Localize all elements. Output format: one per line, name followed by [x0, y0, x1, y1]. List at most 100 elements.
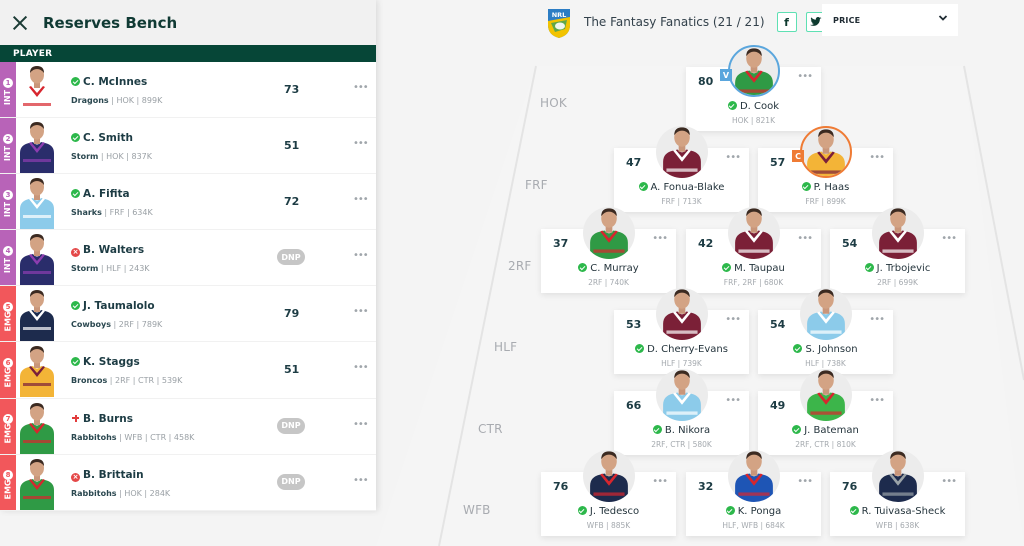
more-options-icon[interactable]: ••• [353, 475, 369, 486]
player-score: 51 [284, 363, 300, 377]
player-name: K. Ponga [686, 506, 821, 517]
player-position-price: HLF, WFB | 684K [722, 521, 785, 530]
player-position-price: 2RF | 699K [877, 278, 918, 287]
bench-player-row[interactable]: 8 EMG × B. Brittain Rabbitohs | HOK | 284K DN… [0, 454, 376, 511]
playing-status-icon [71, 77, 80, 86]
playing-status-icon [71, 301, 80, 311]
more-options-icon[interactable]: ••• [941, 476, 957, 487]
player-photo [17, 119, 57, 174]
player-card[interactable]: 66 ••• B. Nikora 2RF, CTR | 580K [614, 369, 749, 455]
playing-status-icon [577, 506, 587, 515]
player-photo [17, 175, 57, 230]
player-name: C. Murray [541, 263, 676, 274]
player-photo [17, 399, 57, 454]
player-avatar [800, 126, 852, 178]
player-photo [17, 455, 57, 510]
player-avatar [800, 369, 852, 421]
position-label-wfb: WFB [463, 503, 491, 517]
more-options-icon[interactable]: ••• [797, 476, 813, 487]
player-position-price: FRF, 2RF | 680K [723, 278, 784, 287]
captain-badge: C [792, 150, 804, 162]
player-avatar [872, 207, 924, 259]
more-options-icon[interactable]: ••• [725, 395, 741, 406]
bench-slot-indicator: 3 INT [0, 174, 16, 230]
bench-slot-indicator: 5 EMG [0, 286, 16, 342]
player-name: R. Tuivasa-Sheck [830, 506, 965, 517]
close-icon[interactable] [12, 15, 28, 31]
player-card[interactable]: 57 C ••• P. Haas FRF | 899K [758, 126, 893, 212]
player-team-position-price: Cowboys | 2RF | 789K [71, 320, 163, 330]
position-label-2rf: 2RF [508, 259, 532, 273]
chevron-down-icon [938, 15, 948, 21]
more-options-icon[interactable]: ••• [869, 152, 885, 163]
slot-type-label: EMG [3, 367, 13, 388]
player-name: M. Taupau [686, 263, 821, 274]
player-position-price: FRF | 899K [805, 197, 846, 206]
facebook-share-button[interactable]: f [776, 12, 797, 32]
player-name: × B. Walters [71, 244, 145, 258]
bench-slot-indicator: 6 EMG [0, 342, 16, 398]
player-card[interactable]: 53 ••• D. Cherry-Evans HLF | 739K [614, 288, 749, 374]
position-label-hok: HOK [540, 96, 567, 110]
player-photo [17, 63, 57, 117]
player-score: 51 [284, 139, 300, 153]
vice-captain-badge: V [720, 69, 732, 81]
more-options-icon[interactable]: ••• [353, 138, 369, 149]
dnp-badge: DNP [277, 417, 305, 434]
more-options-icon[interactable]: ••• [652, 233, 668, 244]
player-card[interactable]: 80 V ••• D. Cook HOK | 821K [686, 45, 821, 131]
player-avatar [583, 207, 635, 259]
player-name: P. Haas [758, 182, 893, 193]
playing-status-icon [638, 182, 648, 191]
player-card[interactable]: 37 ••• C. Murray 2RF | 740K [541, 207, 676, 293]
more-options-icon[interactable]: ••• [353, 194, 369, 205]
more-options-icon[interactable]: ••• [797, 71, 813, 82]
bench-player-row[interactable]: 7 EMG B. Burns Rabbitohs | WFB | CTR | 458K… [0, 398, 376, 455]
bench-player-row[interactable]: 6 EMG K. Staggs Broncos | 2RF | CTR | 539K 5… [0, 342, 376, 399]
player-team-position-price: Storm | HOK | 837K [71, 152, 153, 162]
more-options-icon[interactable]: ••• [725, 152, 741, 163]
player-card[interactable]: 76 ••• R. Tuivasa-Sheck WFB | 638K [830, 450, 965, 536]
more-options-icon[interactable]: ••• [725, 314, 741, 325]
sort-select[interactable]: PRICE [822, 4, 958, 36]
player-name: × B. Brittain [71, 468, 144, 482]
player-card[interactable]: 49 ••• J. Bateman 2RF, CTR | 810K [758, 369, 893, 455]
player-card[interactable]: 42 ••• M. Taupau FRF, 2RF | 680K [686, 207, 821, 293]
player-name: J. Bateman [758, 425, 893, 436]
more-options-icon[interactable]: ••• [353, 419, 369, 430]
bench-player-row[interactable]: 4 INT × B. Walters Storm | HLF | 243K DNP ••• [0, 230, 376, 287]
player-team-position-price: Rabbitohs | WFB | CTR | 458K [71, 432, 195, 442]
more-options-icon[interactable]: ••• [869, 395, 885, 406]
player-card[interactable]: 76 ••• J. Tedesco WFB | 885K [541, 450, 676, 536]
bench-player-row[interactable]: 1 INT C. McInnes Dragons | HOK | 899K 73 ••• [0, 62, 376, 119]
player-team-position-price: Broncos | 2RF | CTR | 539K [71, 376, 183, 386]
player-avatar [800, 288, 852, 340]
player-name: D. Cherry-Evans [614, 344, 749, 355]
slot-number: 1 [3, 77, 13, 88]
position-label-hlf: HLF [494, 340, 518, 354]
player-column-header: PLAYER [0, 45, 376, 62]
player-position-price: HLF | 738K [805, 359, 846, 368]
bench-player-row[interactable]: 5 EMG J. Taumalolo Cowboys | 2RF | 789K 79 ••… [0, 286, 376, 343]
bench-player-row[interactable]: 3 INT A. Fifita Sharks | FRF | 634K 72 ••• [0, 174, 376, 231]
more-options-icon[interactable]: ••• [353, 82, 369, 93]
more-options-icon[interactable]: ••• [353, 250, 369, 261]
player-card[interactable]: 54 ••• S. Johnson HLF | 738K [758, 288, 893, 374]
player-avatar [872, 450, 924, 502]
slot-type-label: INT [3, 201, 13, 217]
position-label-ctr: CTR [478, 422, 503, 436]
more-options-icon[interactable]: ••• [353, 306, 369, 317]
more-options-icon[interactable]: ••• [941, 233, 957, 244]
player-score: 76 [553, 480, 569, 493]
player-position-price: 2RF, CTR | 810K [795, 440, 856, 449]
more-options-icon[interactable]: ••• [652, 476, 668, 487]
player-card[interactable]: 47 ••• A. Fonua-Blake FRF | 713K [614, 126, 749, 212]
playing-status-icon [71, 189, 80, 199]
player-avatar [728, 45, 780, 97]
player-card[interactable]: 54 ••• J. Trbojevic 2RF | 699K [830, 207, 965, 293]
more-options-icon[interactable]: ••• [353, 362, 369, 373]
bench-player-row[interactable]: 2 INT C. Smith Storm | HOK | 837K 51 ••• [0, 118, 376, 175]
player-card[interactable]: 32 ••• K. Ponga HLF, WFB | 684K [686, 450, 821, 536]
more-options-icon[interactable]: ••• [869, 314, 885, 325]
more-options-icon[interactable]: ••• [797, 233, 813, 244]
